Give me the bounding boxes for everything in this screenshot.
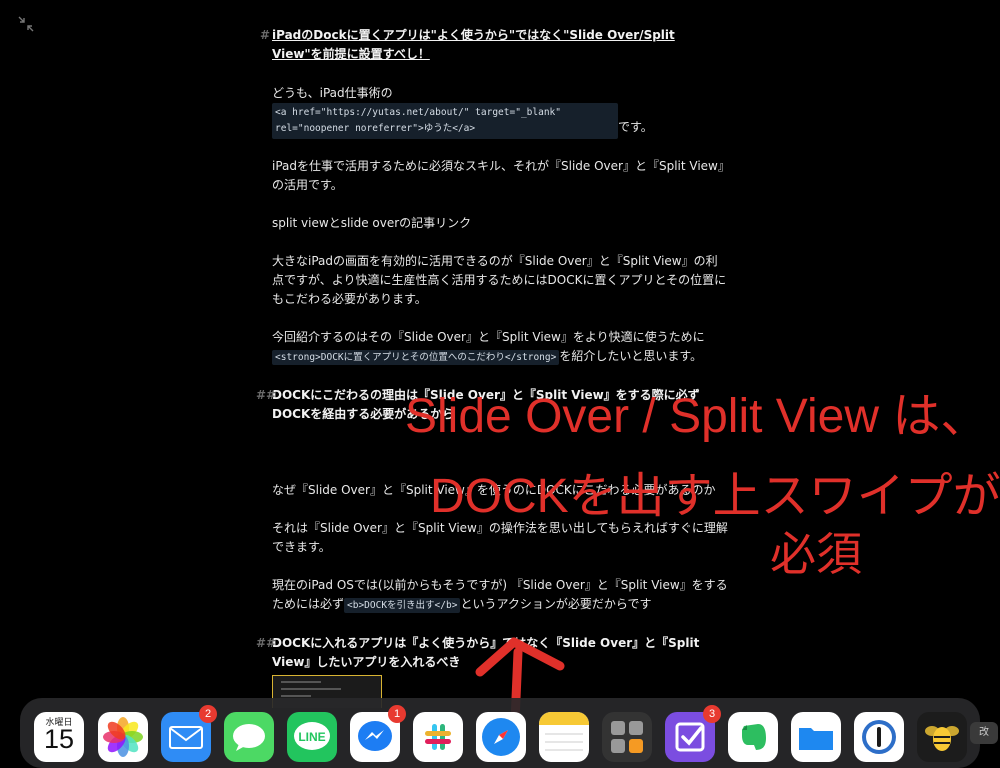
p6: なぜ『Slide Over』と『Split View』を使うのにDOCKにこだわ… [272,483,716,497]
compass-icon [482,718,520,756]
h1-markdown-mark: # [260,28,271,42]
line-bubble-icon: LINE [294,722,330,750]
p5-text-end: を紹介したいと思います。 [559,349,703,363]
notes-icon [539,712,589,751]
section-heading-dock-apps: DOCKに入れるアプリは『よく使うから』ではなく『Slide Over』と『Sp… [272,636,700,669]
safari-app-icon[interactable] [476,712,526,762]
bee-icon [925,726,959,751]
p1-code: <a href="https://yutas.net/about/" targe… [272,103,618,139]
article-title: iPadのDockに置くアプリは"よく使うから"ではなく"Slide Over/… [272,28,675,61]
files-app-icon[interactable] [791,712,841,762]
p7: それは『Slide Over』と『Split View』の操作法を思い出してもら… [272,521,728,554]
line-logo-text: LINE [298,730,325,744]
p8-text-end: というアクションが必要だからです [460,597,652,611]
folder-icon [799,728,833,750]
slack-app-icon[interactable] [413,712,463,762]
calendar-app-icon[interactable]: 水曜日 15 [34,712,84,762]
mail-badge: 2 [199,705,217,723]
line-app-icon[interactable]: LINE [287,712,337,762]
annotation-line-3: 必須 [770,528,862,580]
calculator-app-icon[interactable] [602,712,652,762]
calculator-keys-icon [611,721,643,753]
photos-app-icon[interactable] [98,712,148,762]
editor-content[interactable]: # iPadのDockに置くアプリは"よく使うから"ではなく"Slide Ove… [256,22,728,672]
section-heading-dock-reason: DOCKにこだわるの理由は『Slide Over』と『Split View』をす… [272,388,700,421]
h2-markdown-mark: ## [256,388,277,402]
p2: iPadを仕事で活用するために必須なスキル、それが『Slide Over』と『S… [272,159,724,192]
photos-flower-icon [103,717,143,757]
p5-text: 今回紹介するのはその『Slide Over』と『Split View』をより快適… [272,330,705,344]
keyboard-hint-button[interactable]: 改 [970,722,998,744]
p1-text-end: です。 [618,120,653,134]
p4: 大きなiPadの画面を有効的に活用できるのが『Slide Over』と『Spli… [272,254,727,306]
p5-code: <strong>DOCKに置くアプリとその位置へのこだわり</strong> [272,350,560,365]
slack-hash-icon [425,724,451,750]
p8-code: <b>DOCKを引き出す</b> [344,598,461,613]
keyhole-icon [862,720,896,754]
elephant-icon [742,724,766,750]
calendar-date: 15 [43,724,75,754]
h2-markdown-mark-2: ## [256,636,277,650]
speech-bubble-icon [233,724,265,751]
p1-text: どうも、iPad仕事術の [272,86,393,100]
evernote-app-icon[interactable] [728,712,778,762]
p3: split viewとslide overの記事リンク [272,216,472,230]
omnifocus-badge: 3 [703,705,721,723]
1password-app-icon[interactable] [854,712,904,762]
tes-app-icon[interactable] [917,712,967,762]
collapse-arrows-icon[interactable] [17,15,35,33]
messages-app-icon[interactable] [224,712,274,762]
messenger-badge: 1 [388,705,406,723]
notes-app-icon[interactable] [539,712,589,762]
